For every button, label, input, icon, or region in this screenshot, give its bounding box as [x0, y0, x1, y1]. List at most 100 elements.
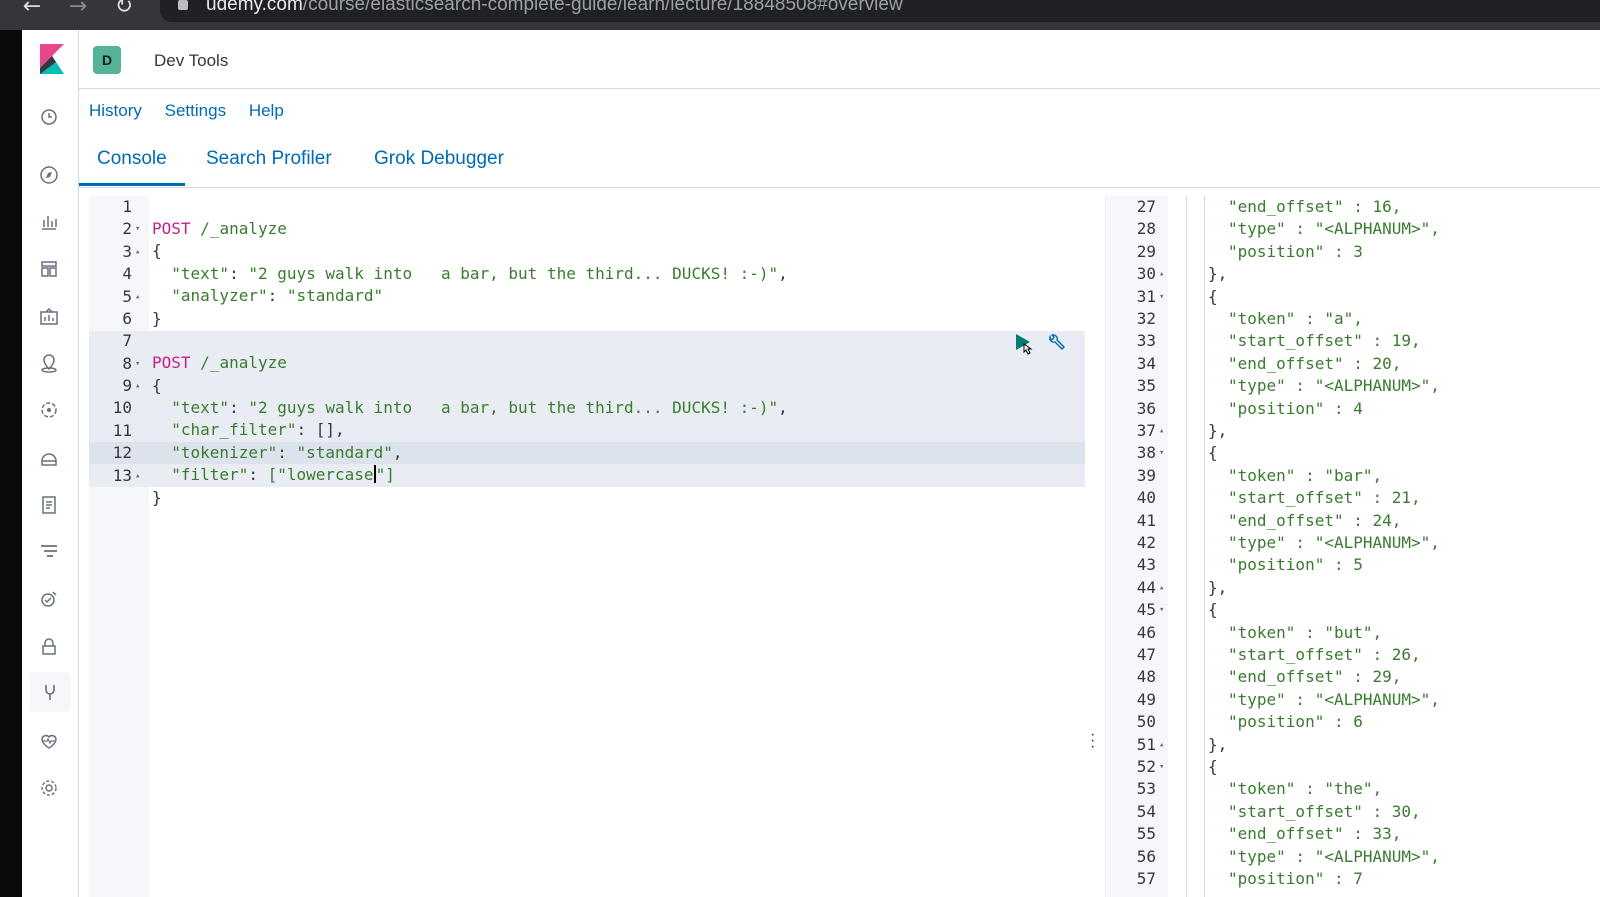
siem-icon[interactable] [38, 636, 60, 658]
code-line: POST /_analyze [152, 219, 287, 238]
output-line: 47 "start_offset" : 26, [1106, 644, 1600, 666]
tab-console[interactable]: Console [79, 148, 185, 186]
history-link[interactable]: History [89, 101, 142, 120]
output-code-text: { [1208, 757, 1218, 776]
output-line-number: 49 [1136, 689, 1156, 709]
output-code-text: "type" : "<ALPHANUM>", [1228, 533, 1440, 552]
output-line-number: 52 [1136, 757, 1156, 776]
output-code-text: "position" : 7 [1228, 869, 1363, 888]
fold-toggle-icon[interactable]: ▾ [1159, 442, 1164, 464]
logs-icon[interactable] [38, 494, 60, 516]
header: D Dev Tools [79, 30, 1600, 89]
output-line: 42 "type" : "<ALPHANUM>", [1106, 532, 1600, 554]
play-icon[interactable] [1013, 332, 1037, 358]
output-line: 33 "start_offset" : 19, [1106, 330, 1600, 352]
output-line-number: 32 [1136, 309, 1156, 328]
output-code-text: "type" : "<ALPHANUM>", [1228, 846, 1440, 866]
output-line: 34 "end_offset" : 20, [1106, 353, 1600, 375]
output-code-text: "type" : "<ALPHANUM>", [1228, 376, 1440, 396]
fold-toggle-icon[interactable]: ▴ [1159, 420, 1164, 442]
output-line: 27 "end_offset" : 16, [1106, 196, 1600, 218]
help-link[interactable]: Help [249, 101, 284, 120]
output-code-text: "end_offset" : 33, [1228, 824, 1402, 844]
output-code-text: "end_offset" : 16, [1228, 197, 1402, 216]
wrench-icon[interactable] [1046, 332, 1068, 354]
code-line: POST /_analyze [152, 353, 287, 372]
lock-icon [178, 0, 188, 10]
output-line: 28 "type" : "<ALPHANUM>", [1106, 218, 1600, 240]
uptime-icon[interactable] [38, 588, 60, 610]
output-line-number: 36 [1136, 398, 1156, 418]
output-line: 35 "type" : "<ALPHANUM>", [1106, 375, 1600, 397]
fold-toggle-icon[interactable]: ▾ [1159, 756, 1164, 778]
address-bar[interactable]: udemy.com/course/elasticsearch-complete-… [160, 0, 1600, 22]
code-line: "text": "2 guys walk into a bar, but the… [171, 398, 788, 417]
visualize-icon[interactable] [38, 211, 60, 233]
response-output[interactable]: 27 "end_offset" : 16, 28 "type" : "<ALPHANU… [1105, 196, 1600, 897]
output-code-text: { [1208, 286, 1218, 306]
output-line-number: 29 [1136, 241, 1156, 261]
output-code-text: "end_offset" : 20, [1228, 353, 1402, 373]
output-line: 32 "token" : "a", [1106, 308, 1600, 330]
output-line-number: 37 [1136, 421, 1156, 440]
output-line-number: 50 [1136, 712, 1156, 732]
fold-toggle-icon[interactable]: ▴ [1159, 263, 1164, 285]
dev-tools-icon [45, 685, 55, 700]
output-line: 52 ▾ { [1106, 756, 1600, 778]
fold-toggle-icon[interactable]: ▾ [1159, 599, 1164, 621]
output-code-text: "type" : "<ALPHANUM>", [1228, 689, 1440, 709]
output-code-text: { [1208, 600, 1218, 620]
infrastructure-icon[interactable] [38, 447, 60, 469]
compass-icon[interactable] [38, 164, 60, 186]
apm-icon[interactable] [38, 541, 60, 563]
output-line-number: 30 [1136, 264, 1156, 284]
ml-icon[interactable] [38, 399, 60, 421]
reload-icon[interactable]: ↻ [112, 0, 136, 18]
tab-bar: Console Search Profiler Grok Debugger [79, 142, 1600, 188]
code-line: } [152, 488, 162, 507]
output-line: 53 "token" : "the", [1106, 778, 1600, 800]
code-line: "filter": ["lowercase "] [171, 465, 395, 484]
output-code-text: }, [1208, 734, 1228, 754]
fold-toggle-icon[interactable]: ▾ [1159, 286, 1164, 308]
output-line-number: 33 [1136, 331, 1156, 351]
request-editor[interactable]: 1 2 ▾ 3 ▴ 4 5 ▴ 6 7 8 ▾ 9 ▴ 10 11 12 13 ▴ POST /_analyze {… [89, 196, 1085, 897]
app-title: Dev Tools [154, 51, 229, 70]
forward-arrow-icon[interactable]: → [66, 0, 90, 18]
canvas-icon[interactable] [38, 306, 60, 328]
fold-toggle-icon[interactable]: ▴ [1159, 577, 1164, 599]
output-line-number: 34 [1136, 353, 1156, 373]
space-avatar[interactable]: D [93, 46, 121, 74]
output-code-text: "position" : 4 [1228, 398, 1363, 418]
output-line: 43 "position" : 5 [1106, 554, 1600, 576]
output-line: 54 "start_offset" : 30, [1106, 801, 1600, 823]
code-line: "char_filter": [], [171, 420, 345, 439]
output-line: 31 ▾ { [1106, 286, 1600, 308]
clock-icon[interactable] [38, 106, 60, 128]
dashboard-icon[interactable] [38, 258, 60, 280]
output-code-text: "position" : 3 [1228, 241, 1363, 261]
monitoring-icon[interactable] [38, 730, 60, 752]
maps-icon[interactable] [38, 352, 60, 374]
output-line-number: 46 [1136, 622, 1156, 642]
output-line-number: 41 [1136, 510, 1156, 530]
output-line: 44 ▴}, [1106, 577, 1600, 599]
output-line: 57 "position" : 7 [1106, 868, 1600, 890]
output-line-number: 38 [1136, 443, 1156, 463]
output-line: 37 ▴}, [1106, 420, 1600, 442]
output-line-number: 53 [1136, 779, 1156, 799]
back-arrow-icon[interactable]: ← [20, 0, 44, 18]
output-code-text: }, [1208, 264, 1228, 284]
dev-tools-nav-item[interactable] [30, 672, 70, 712]
settings-link[interactable]: Settings [165, 101, 226, 120]
tab-search-profiler[interactable]: Search Profiler [206, 148, 332, 170]
output-code-text: "end_offset" : 24, [1228, 510, 1402, 530]
fold-toggle-icon[interactable]: ▴ [1159, 734, 1164, 756]
tab-grok-debugger[interactable]: Grok Debugger [374, 148, 504, 170]
kibana-logo-icon[interactable] [38, 44, 64, 74]
code-line: "text": "2 guys walk into a bar, but the… [171, 264, 788, 283]
pane-resizer[interactable]: · · · [1090, 727, 1095, 755]
output-line: 50 "position" : 6 [1106, 711, 1600, 733]
output-code-text: "end_offset" : 29, [1228, 667, 1402, 687]
management-icon[interactable] [38, 777, 60, 799]
